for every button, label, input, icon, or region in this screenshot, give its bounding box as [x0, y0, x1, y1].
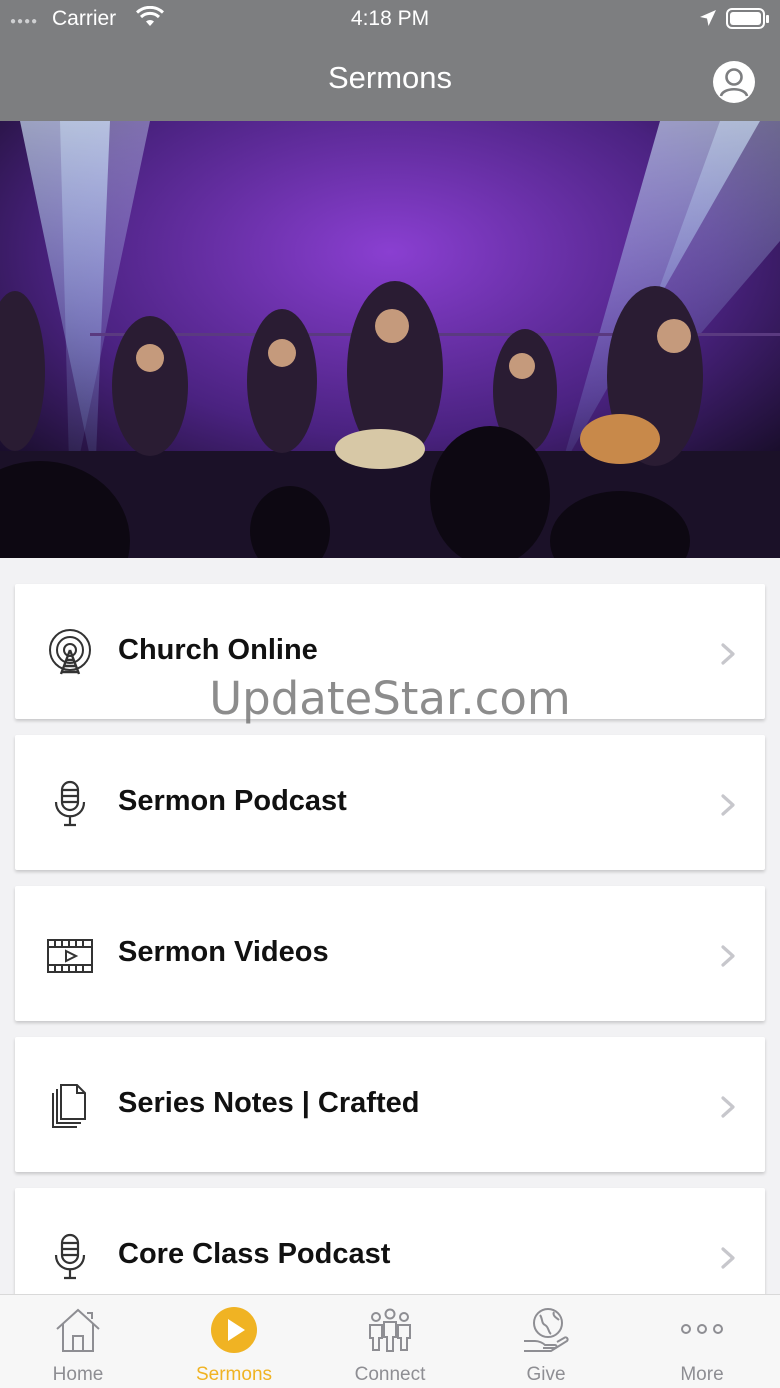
top-bar: ●●●● Carrier 4:18 PM Sermons [0, 0, 780, 121]
broadcast-tower-icon [45, 628, 95, 678]
profile-button[interactable] [712, 60, 756, 104]
menu-item-label: Series Notes | Crafted [118, 1087, 420, 1119]
play-circle-icon [209, 1305, 259, 1355]
tab-bar: Home Sermons Connect Give More [0, 1294, 780, 1388]
menu-item-label: Core Class Podcast [118, 1238, 391, 1270]
battery-icon [726, 8, 770, 36]
chevron-right-icon [718, 793, 738, 817]
location-arrow-icon [698, 8, 718, 34]
documents-icon [45, 1081, 95, 1131]
hero-image [0, 121, 780, 558]
tab-label: Sermons [195, 1364, 273, 1385]
tab-sermons[interactable]: Sermons [156, 1295, 312, 1388]
tab-label: More [680, 1364, 724, 1385]
microphone-icon [45, 1232, 95, 1282]
people-icon [365, 1305, 415, 1355]
menu-item-label: Church Online [118, 634, 318, 666]
tab-give[interactable]: Give [468, 1295, 624, 1388]
tab-connect[interactable]: Connect [312, 1295, 468, 1388]
menu-item-core-class-podcast[interactable]: Core Class Podcast [15, 1188, 765, 1294]
video-film-icon [45, 930, 95, 980]
tab-label: Give [526, 1364, 566, 1385]
menu-item-label: Sermon Podcast [118, 785, 347, 817]
sermons-menu-list: Church Online Sermon Podcast Sermon Vide… [0, 558, 780, 1294]
menu-item-label: Sermon Videos [118, 936, 329, 968]
tab-label: Home [52, 1364, 104, 1385]
menu-item-sermon-podcast[interactable]: Sermon Podcast [15, 735, 765, 870]
menu-item-series-notes[interactable]: Series Notes | Crafted [15, 1037, 765, 1172]
tab-home[interactable]: Home [0, 1295, 156, 1388]
chevron-right-icon [718, 944, 738, 968]
page-title: Sermons [327, 60, 453, 95]
chevron-right-icon [718, 1246, 738, 1270]
tab-more[interactable]: More [624, 1295, 780, 1388]
user-avatar-icon [713, 61, 755, 103]
status-bar: ●●●● Carrier 4:18 PM [0, 0, 780, 38]
microphone-icon [45, 779, 95, 829]
tab-label: Connect [354, 1364, 426, 1385]
more-dots-icon [677, 1305, 727, 1355]
chevron-right-icon [718, 1095, 738, 1119]
give-hand-icon [521, 1305, 571, 1355]
home-icon [53, 1305, 103, 1355]
clock: 4:18 PM [350, 7, 430, 30]
menu-item-sermon-videos[interactable]: Sermon Videos [15, 886, 765, 1021]
menu-item-church-online[interactable]: Church Online [15, 584, 765, 719]
chevron-right-icon [718, 642, 738, 666]
